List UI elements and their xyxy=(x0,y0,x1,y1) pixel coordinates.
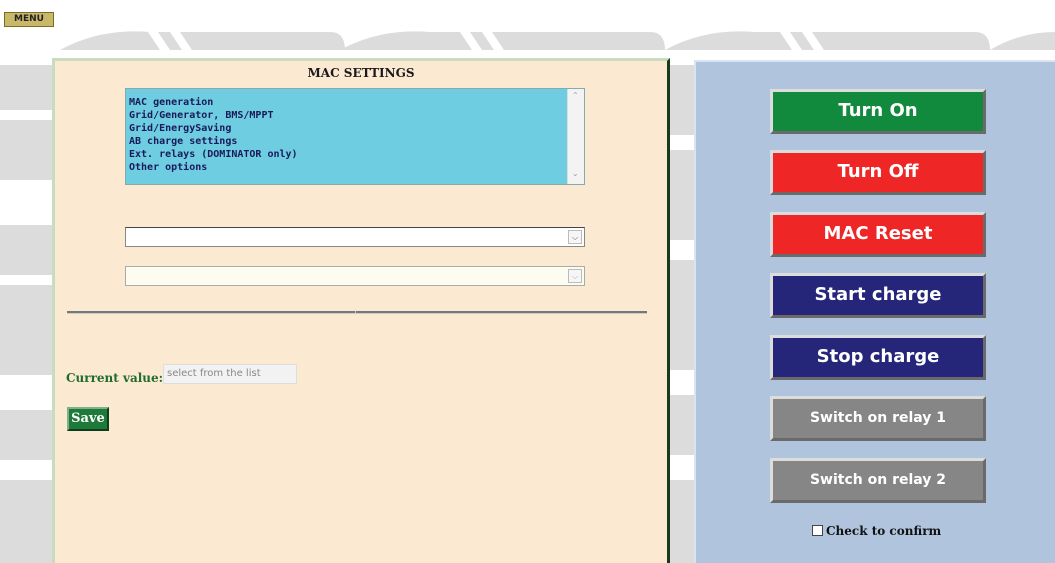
list-item[interactable]: Other options xyxy=(126,161,584,174)
chevron-down-icon[interactable]: ⌵ xyxy=(568,230,582,244)
value-select[interactable]: ⌵ xyxy=(125,266,585,286)
turn-on-button[interactable]: Turn On xyxy=(770,89,986,134)
divider-tick xyxy=(355,311,356,314)
chevron-down-icon[interactable]: ⌵ xyxy=(568,269,582,283)
chevron-down-icon[interactable]: ⌄ xyxy=(572,169,579,178)
mac-reset-button[interactable]: MAC Reset xyxy=(770,212,986,257)
save-button[interactable]: Save xyxy=(67,407,109,431)
mac-settings-panel: MAC SETTINGS MAC generation Grid/Generat… xyxy=(52,58,670,563)
chevron-up-icon[interactable]: ⌃ xyxy=(572,91,579,100)
current-value-field[interactable]: select from the list xyxy=(163,364,297,384)
menu-button[interactable]: MENU xyxy=(4,12,54,27)
listbox-scrollbar[interactable]: ⌃ ⌄ xyxy=(567,89,584,184)
panel-title: MAC SETTINGS xyxy=(307,66,415,80)
list-item[interactable]: Grid/Generator, BMS/MPPT xyxy=(126,109,584,122)
list-item[interactable]: Grid/EnergySaving xyxy=(126,122,584,135)
control-panel: Turn On Turn Off MAC Reset Start charge … xyxy=(694,60,1055,563)
switch-relay-2-button[interactable]: Switch on relay 2 xyxy=(770,458,986,503)
confirm-label: Check to confirm xyxy=(826,524,942,538)
parameter-select[interactable]: ⌵ xyxy=(125,227,585,247)
checkbox-icon[interactable] xyxy=(812,525,823,536)
confirm-checkbox[interactable]: Check to confirm xyxy=(812,524,941,538)
switch-relay-1-button[interactable]: Switch on relay 1 xyxy=(770,396,986,441)
settings-listbox[interactable]: MAC generation Grid/Generator, BMS/MPPT … xyxy=(125,88,585,185)
turn-off-button[interactable]: Turn Off xyxy=(770,150,986,195)
list-item[interactable]: AB charge settings xyxy=(126,135,584,148)
divider xyxy=(67,311,647,314)
start-charge-button[interactable]: Start charge xyxy=(770,273,986,318)
list-item[interactable]: Ext. relays (DOMINATOR only) xyxy=(126,148,584,161)
list-item[interactable]: MAC generation xyxy=(126,96,584,109)
stop-charge-button[interactable]: Stop charge xyxy=(770,335,986,380)
current-value-label: Current value: xyxy=(66,371,164,385)
